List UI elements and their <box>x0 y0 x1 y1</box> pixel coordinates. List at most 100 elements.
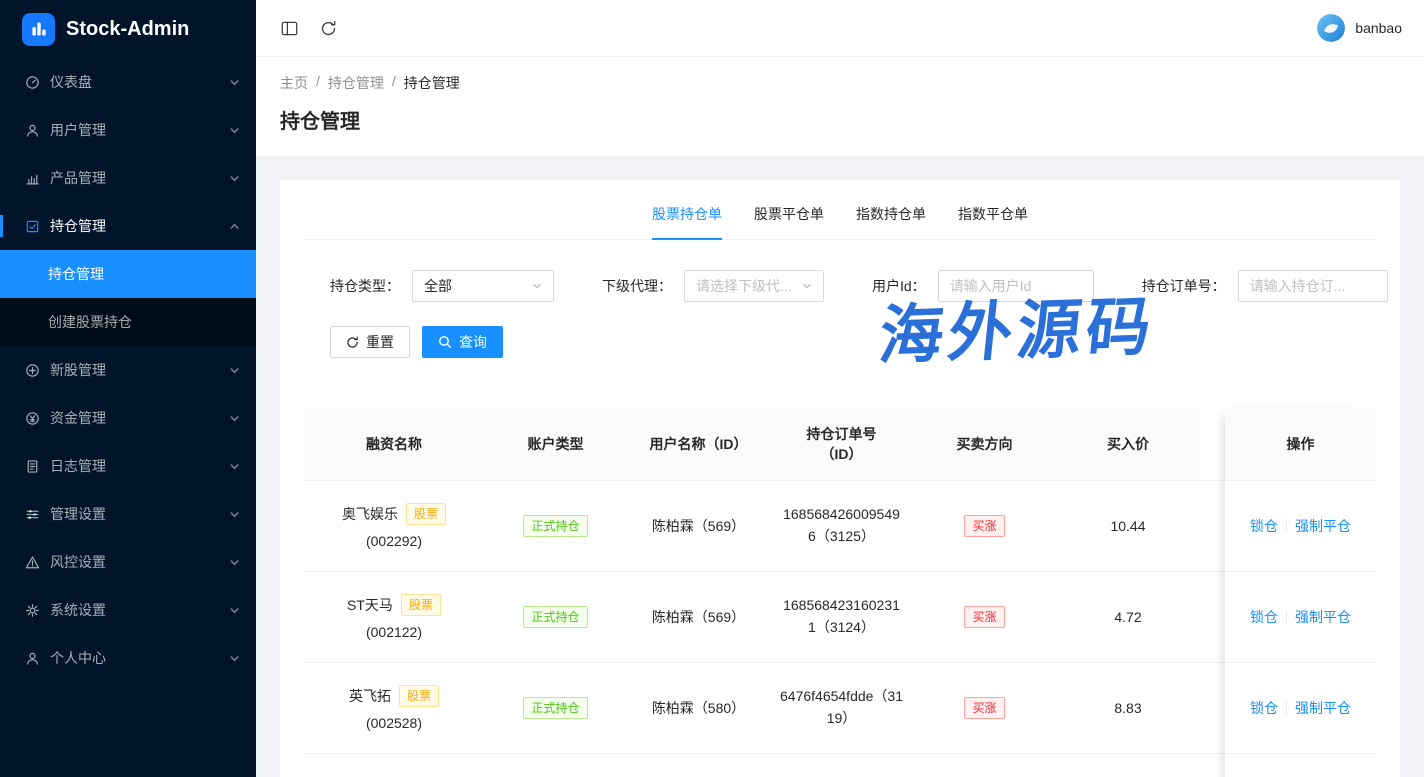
sidebar-item-new-stock[interactable]: 新股管理 <box>0 346 256 394</box>
column-header-operations: 操作 <box>1225 408 1376 481</box>
cell-user: 陈柏霖（580） <box>627 663 770 753</box>
chevron-down-icon <box>229 557 240 568</box>
cell-buy-price: 4.72 <box>1056 572 1200 662</box>
submenu-item-create-stock-position[interactable]: 创建股票持仓 <box>0 298 256 346</box>
avatar <box>1317 14 1345 42</box>
tab-index-positions[interactable]: 指数持仓单 <box>856 204 926 239</box>
search-icon <box>438 335 452 349</box>
tab-index-closed[interactable]: 指数平仓单 <box>958 204 1028 239</box>
cell-direction: 买涨 <box>913 572 1056 662</box>
chevron-down-icon <box>229 605 240 616</box>
force-close-link[interactable]: 强制平仓 <box>1295 607 1351 627</box>
cell-operations: 锁仓 强制平仓 <box>1225 481 1376 572</box>
sidebar-item-label: 日志管理 <box>50 456 229 476</box>
table-row-partial <box>304 754 1376 777</box>
action-divider <box>1286 701 1287 715</box>
positions-card: 海外源码 股票持仓单 股票平仓单 指数持仓单 指数平仓单 持仓类型： 全部 <box>280 180 1400 777</box>
breadcrumb-current: 持仓管理 <box>404 73 460 93</box>
lock-position-link[interactable]: 锁仓 <box>1250 607 1278 627</box>
reset-icon <box>346 336 359 349</box>
tab-stock-positions[interactable]: 股票持仓单 <box>652 204 722 239</box>
sidebar-item-positions[interactable]: 持仓管理 <box>0 202 256 250</box>
stock-code: (002122) <box>366 624 422 640</box>
lock-position-link[interactable]: 锁仓 <box>1250 516 1278 536</box>
force-close-link[interactable]: 强制平仓 <box>1295 698 1351 718</box>
column-header-user: 用户名称（ID） <box>627 408 770 480</box>
column-header-direction: 买卖方向 <box>913 408 1056 480</box>
chevron-down-icon <box>229 365 240 376</box>
agent-label: 下级代理： <box>602 276 672 296</box>
reset-button[interactable]: 重置 <box>330 326 410 358</box>
account-type-tag: 正式持仓 <box>523 606 587 628</box>
stock-code: (002528) <box>366 715 422 731</box>
sidebar-item-profile[interactable]: 个人中心 <box>0 634 256 682</box>
action-divider <box>1286 610 1287 624</box>
sidebar-item-admin-settings[interactable]: 管理设置 <box>0 490 256 538</box>
chevron-down-icon <box>229 509 240 520</box>
cell-operations: 锁仓 强制平仓 <box>1225 663 1376 754</box>
sidebar-item-label: 新股管理 <box>50 360 229 380</box>
sidebar-item-system-settings[interactable]: 系统设置 <box>0 586 256 634</box>
sidebar-item-label: 资金管理 <box>50 408 229 428</box>
dashboard-icon <box>24 74 40 90</box>
column-header-name: 融资名称 <box>304 408 484 480</box>
market-tag: 股票 <box>401 594 441 616</box>
column-header-order-no: 持仓订单号（ID） <box>770 408 913 480</box>
sidebar-item-label: 风控设置 <box>50 552 229 572</box>
content: 海外源码 股票持仓单 股票平仓单 指数持仓单 指数平仓单 持仓类型： 全部 <box>256 156 1424 777</box>
submenu-item-positions-manage[interactable]: 持仓管理 <box>0 250 256 298</box>
cell-account-type: 正式持仓 <box>484 572 627 662</box>
force-close-link[interactable]: 强制平仓 <box>1295 516 1351 536</box>
account-type-tag: 正式持仓 <box>523 515 587 537</box>
chevron-down-icon <box>229 173 240 184</box>
positions-submenu: 持仓管理 创建股票持仓 <box>0 250 256 346</box>
sidebar-item-products[interactable]: 产品管理 <box>0 154 256 202</box>
risk-icon <box>24 554 40 570</box>
app-logo[interactable]: Stock-Admin <box>0 0 256 58</box>
breadcrumb: 主页 / 持仓管理 / 持仓管理 <box>280 73 1400 93</box>
tab-stock-closed[interactable]: 股票平仓单 <box>754 204 824 239</box>
sidebar-item-label: 个人中心 <box>50 648 229 668</box>
users-icon <box>24 122 40 138</box>
sidebar-item-users[interactable]: 用户管理 <box>0 106 256 154</box>
sidebar-item-risk-settings[interactable]: 风控设置 <box>0 538 256 586</box>
direction-tag: 买涨 <box>964 515 1004 537</box>
user-id-input[interactable] <box>938 270 1094 302</box>
agent-select[interactable]: 请选择下级代... <box>684 270 824 302</box>
stock-code: (002292) <box>366 533 422 549</box>
cell-user: 陈柏霖（569） <box>627 572 770 662</box>
new-stock-icon <box>24 362 40 378</box>
direction-tag: 买涨 <box>964 697 1004 719</box>
breadcrumb-home[interactable]: 主页 <box>280 73 308 93</box>
direction-tag: 买涨 <box>964 606 1004 628</box>
sidebar-item-dashboard[interactable]: 仪表盘 <box>0 58 256 106</box>
query-button[interactable]: 查询 <box>422 326 503 358</box>
cell-account-type: 正式持仓 <box>484 481 627 571</box>
sidebar-item-logs[interactable]: 日志管理 <box>0 442 256 490</box>
lock-position-link[interactable]: 锁仓 <box>1250 698 1278 718</box>
table-fixed-ops-column: 操作 锁仓 强制平仓 锁仓 强制平仓 锁仓 <box>1225 408 1376 777</box>
cell-order-no: 6476f4654fdde（3119） <box>770 663 913 753</box>
breadcrumb-positions[interactable]: 持仓管理 <box>328 73 384 93</box>
user-menu[interactable]: banbao <box>1317 14 1402 42</box>
collapse-sidebar-icon[interactable] <box>281 20 298 37</box>
positions-icon <box>24 218 40 234</box>
filter-actions: 重置 查询 <box>304 326 1376 358</box>
cell-order-no: 1685684260095496（3125） <box>770 481 913 571</box>
filter-order-no: 持仓订单号： <box>1142 270 1388 302</box>
sidebar-item-label: 仪表盘 <box>50 72 229 92</box>
sidebar: Stock-Admin 仪表盘 用户管理 产品管理 持仓管理 <box>0 0 256 777</box>
refresh-icon[interactable] <box>320 20 337 37</box>
position-type-select[interactable]: 全部 <box>412 270 554 302</box>
chevron-down-icon <box>229 461 240 472</box>
cell-operations: 锁仓 强制平仓 <box>1225 572 1376 663</box>
cell-order-no: 1685684231602311（3124） <box>770 572 913 662</box>
cell-direction: 买涨 <box>913 481 1056 571</box>
filter-position-type: 持仓类型： 全部 <box>330 270 554 302</box>
order-no-input[interactable] <box>1238 270 1388 302</box>
funds-icon <box>24 410 40 426</box>
sidebar-item-funds[interactable]: 资金管理 <box>0 394 256 442</box>
cell-operations-partial <box>1225 754 1376 777</box>
cell-user: 陈柏霖（569） <box>627 481 770 571</box>
tab-bar: 股票持仓单 股票平仓单 指数持仓单 指数平仓单 <box>304 180 1376 240</box>
